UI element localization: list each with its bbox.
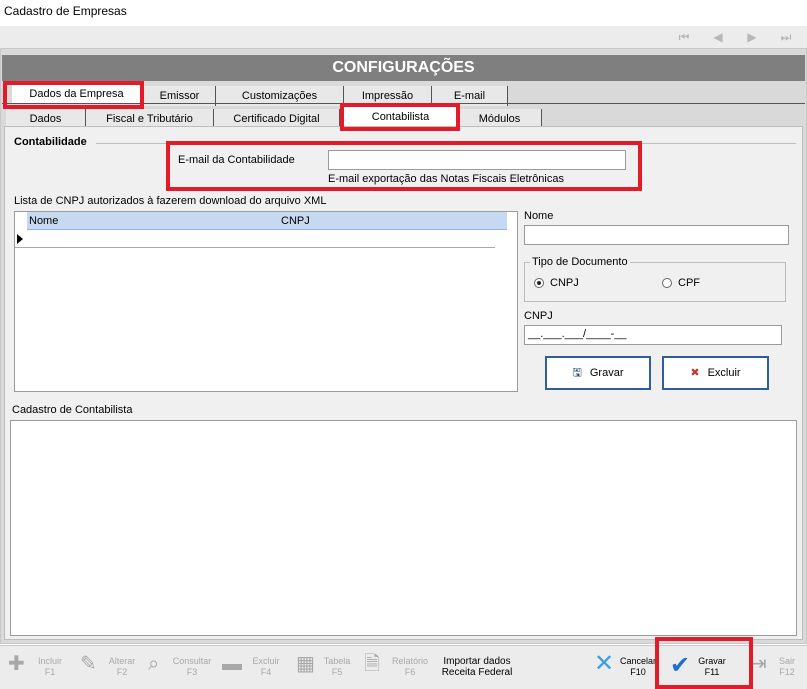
report-icon: 🗎: [364, 653, 381, 675]
cancelar-label: Cancelar: [620, 656, 657, 666]
window-title: Cadastro de Empresas: [4, 4, 127, 18]
incluir-label: Incluir: [37, 656, 62, 666]
consultar-label: Consultar: [172, 656, 212, 666]
column-cnpj[interactable]: CNPJ: [281, 215, 310, 227]
pencil-icon: ✎: [80, 653, 97, 675]
nome-label: Nome: [524, 210, 554, 222]
cancel-x-icon: ✕: [594, 650, 615, 677]
cnpj-input[interactable]: __.___.___/____-__: [524, 325, 782, 345]
column-nome[interactable]: Nome: [29, 215, 58, 227]
sair-label: Sair: [778, 656, 795, 666]
consultar-shortcut: F3: [186, 667, 198, 677]
sair-shortcut: F12: [779, 667, 795, 677]
relatorio-shortcut: F6: [404, 667, 416, 677]
last-record-icon[interactable]: ⏭: [775, 26, 797, 48]
cadastro-contabilista-area[interactable]: [10, 420, 797, 636]
plus-icon: ✚: [8, 653, 25, 675]
cnpj-grid[interactable]: Nome CNPJ: [14, 211, 518, 392]
delete-doc-icon: ✖: [690, 367, 700, 379]
exit-icon: ⇥: [750, 653, 767, 675]
page-title: CONFIGURAÇÕES: [2, 55, 805, 81]
tipo-documento-label: Tipo de Documento: [530, 256, 630, 268]
table-row[interactable]: [15, 232, 495, 248]
radio-cpf[interactable]: [662, 278, 672, 288]
email-contabilidade-label: E-mail da Contabilidade: [178, 154, 295, 166]
gravar-shortcut: F11: [704, 667, 720, 677]
incluir-shortcut: F1: [44, 667, 56, 677]
tab-dados-da-empresa[interactable]: Dados da Empresa: [12, 84, 142, 104]
radio-cpf-label[interactable]: CPF: [678, 277, 700, 289]
section-line: [96, 143, 796, 144]
cancelar-shortcut: F10: [630, 667, 646, 677]
next-record-icon[interactable]: ▶: [741, 26, 763, 48]
cadastro-contabilista-label: Cadastro de Contabilista: [12, 404, 133, 416]
gravar-button-label: Gravar: [589, 367, 624, 379]
excluir-toolbar-label: Excluir: [252, 656, 280, 666]
alterar-label: Alterar: [108, 656, 136, 666]
section-contabilidade-label: Contabilidade: [14, 136, 87, 148]
tab-contabilista[interactable]: Contabilista: [344, 107, 458, 127]
email-hint: E-mail exportação das Notas Fiscais Elet…: [328, 173, 564, 185]
gravar-button[interactable]: 🖫 Gravar: [545, 356, 651, 390]
row-pointer-icon: [17, 234, 23, 244]
tabela-label: Tabela: [323, 656, 351, 666]
radio-cnpj-label[interactable]: CNPJ: [550, 277, 579, 289]
relatorio-label: Relatório: [391, 656, 429, 666]
excluir-shortcut: F4: [260, 667, 272, 677]
cnpj-list-title: Lista de CNPJ autorizados à fazerem down…: [14, 195, 327, 207]
nome-input[interactable]: [524, 225, 789, 245]
radio-cnpj[interactable]: [534, 278, 544, 288]
email-contabilidade-input[interactable]: [328, 150, 626, 170]
previous-record-icon[interactable]: ◀: [707, 26, 729, 48]
importar-label: Importar dados: [443, 656, 511, 667]
gravar-toolbar-label: Gravar: [698, 656, 726, 666]
tabela-shortcut: F5: [331, 667, 343, 677]
minus-icon: ▬: [222, 653, 242, 675]
excluir-button-label: Excluir: [707, 367, 741, 379]
search-icon: ⌕: [148, 653, 160, 675]
save-disk-icon: 🖫: [572, 367, 582, 379]
first-record-icon[interactable]: ⏮: [673, 26, 695, 48]
table-icon: ▦: [296, 653, 315, 675]
navigation-bar: ⏮ ◀ ▶ ⏭: [0, 26, 807, 48]
importar-sublabel: Receita Federal: [441, 667, 513, 678]
excluir-button[interactable]: ✖ Excluir: [662, 356, 769, 390]
checkmark-icon: ✔: [670, 652, 691, 679]
alterar-shortcut: F2: [116, 667, 128, 677]
grid-header: Nome CNPJ: [27, 212, 507, 230]
tab-divider: [2, 103, 805, 104]
cnpj-label: CNPJ: [524, 310, 553, 322]
